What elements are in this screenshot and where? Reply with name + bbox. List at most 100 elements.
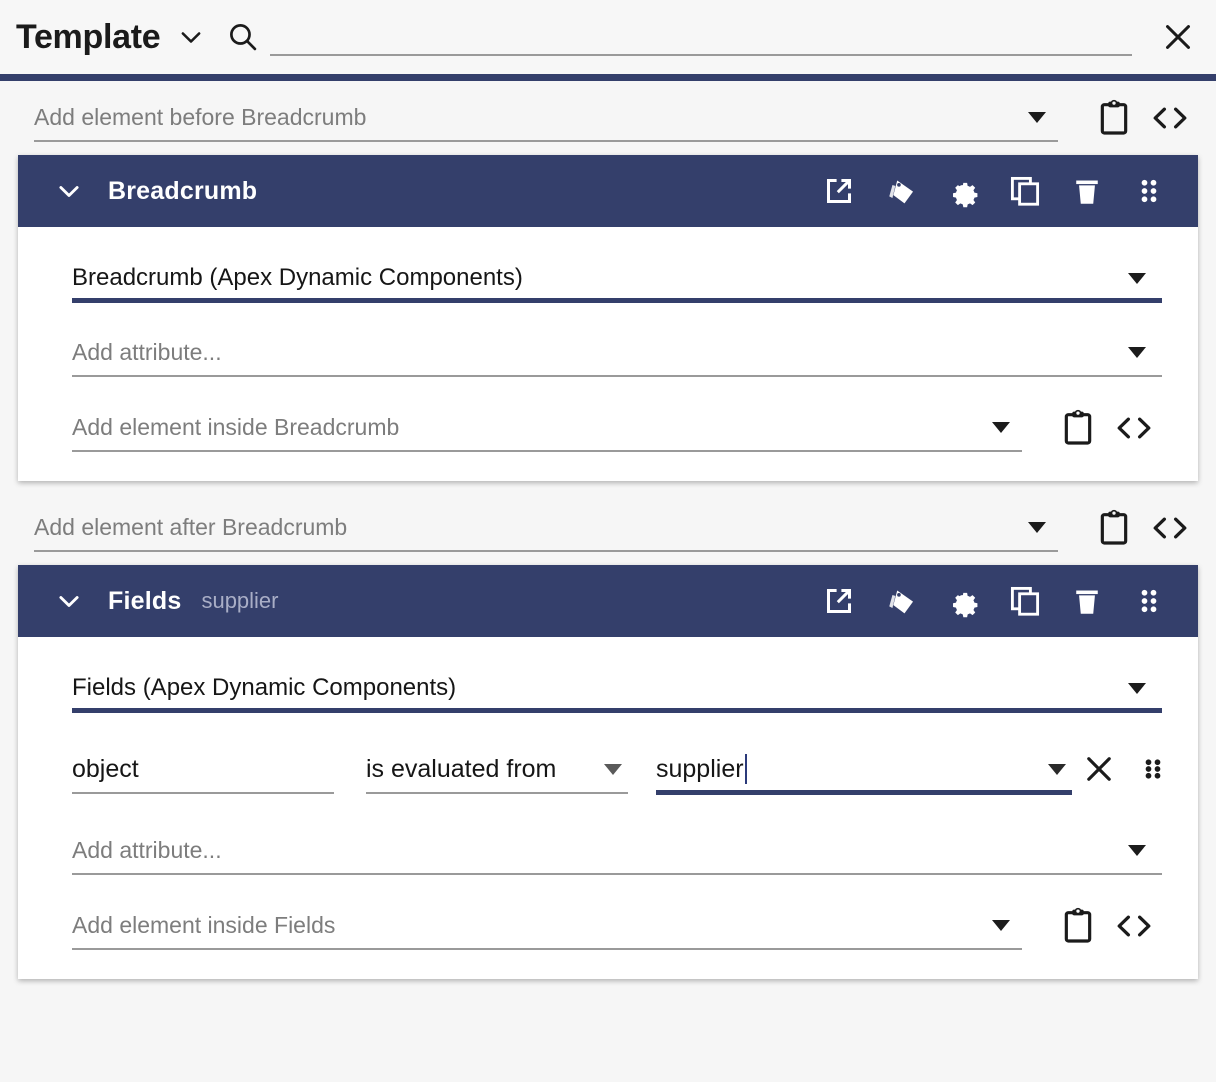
copy-icon[interactable] xyxy=(994,570,1056,632)
attribute-value-text: supplier xyxy=(656,754,744,783)
chevron-down-icon xyxy=(1128,346,1146,358)
fields-card-title: Fields xyxy=(108,586,182,615)
close-icon[interactable] xyxy=(1072,742,1126,796)
code-brackets-icon[interactable] xyxy=(1106,400,1162,456)
chevron-down-icon xyxy=(604,763,622,775)
copy-icon[interactable] xyxy=(994,160,1056,222)
code-brackets-icon[interactable] xyxy=(1106,898,1162,954)
text-cursor xyxy=(744,754,747,784)
add-element-before-breadcrumb-label: Add element before Breadcrumb xyxy=(34,103,367,130)
chevron-down-icon[interactable] xyxy=(52,174,86,208)
fields-attribute-row: object is evaluated from supplier xyxy=(18,725,1198,813)
clipboard-paste-icon[interactable] xyxy=(1086,90,1142,146)
open-in-new-icon[interactable] xyxy=(808,570,870,632)
field-underline xyxy=(72,298,1162,303)
add-element-after-breadcrumb-label: Add element after Breadcrumb xyxy=(34,513,348,540)
attribute-name-value: object xyxy=(72,754,139,783)
add-element-before-breadcrumb-row: Add element before Breadcrumb xyxy=(0,81,1216,155)
fields-card-subtitle: supplier xyxy=(201,588,279,613)
field-underline xyxy=(72,792,334,794)
attribute-name-input[interactable]: object xyxy=(72,744,334,794)
breadcrumb-component-select-row: Breadcrumb (Apex Dynamic Components) xyxy=(18,241,1198,315)
add-element-after-breadcrumb-select[interactable]: Add element after Breadcrumb xyxy=(34,504,1058,552)
panel-header: Template xyxy=(0,0,1216,74)
attribute-operator-select[interactable]: is evaluated from xyxy=(366,744,628,794)
card-gap xyxy=(0,481,1216,491)
fields-component-select-row: Fields (Apex Dynamic Components) xyxy=(18,651,1198,725)
template-builder-panel: Template Add element before Breadcrumb B… xyxy=(0,0,1216,1082)
breadcrumb-card-actions xyxy=(808,160,1180,222)
fields-component-value: Fields (Apex Dynamic Components) xyxy=(72,674,457,701)
clipboard-paste-icon[interactable] xyxy=(1050,898,1106,954)
search-icon[interactable] xyxy=(226,20,260,54)
breadcrumb-add-attribute-label: Add attribute... xyxy=(72,338,222,365)
field-underline xyxy=(72,375,1162,377)
clipboard-paste-icon[interactable] xyxy=(1086,500,1142,556)
open-in-new-icon[interactable] xyxy=(808,160,870,222)
chevron-down-icon xyxy=(1048,763,1066,775)
accent-divider xyxy=(0,74,1216,81)
attribute-value-input[interactable]: supplier xyxy=(656,743,1072,795)
field-underline xyxy=(72,708,1162,713)
chevron-down-icon xyxy=(992,421,1010,433)
add-element-before-breadcrumb-select[interactable]: Add element before Breadcrumb xyxy=(34,94,1058,142)
add-element-inside-breadcrumb-row: Add element inside Breadcrumb xyxy=(18,389,1198,467)
style-palette-icon[interactable] xyxy=(870,160,932,222)
card-bottom-spacer xyxy=(18,467,1198,481)
style-palette-icon[interactable] xyxy=(870,570,932,632)
breadcrumb-component-value: Breadcrumb (Apex Dynamic Components) xyxy=(72,264,523,291)
fields-add-attribute-label: Add attribute... xyxy=(72,836,222,863)
add-element-inside-fields-row: Add element inside Fields xyxy=(18,887,1198,965)
add-element-after-breadcrumb-row: Add element after Breadcrumb xyxy=(0,491,1216,565)
fields-component-card: Fields supplier Fields (Apex Dynamic Com… xyxy=(18,565,1198,979)
chevron-down-icon xyxy=(1028,111,1046,123)
field-underline xyxy=(72,873,1162,875)
drag-handle-icon[interactable] xyxy=(1118,570,1180,632)
gear-icon[interactable] xyxy=(932,160,994,222)
breadcrumb-add-attribute-select[interactable]: Add attribute... xyxy=(72,327,1162,377)
breadcrumb-add-attribute-row: Add attribute... xyxy=(18,315,1198,389)
search-input[interactable] xyxy=(270,18,1132,56)
drag-handle-icon[interactable] xyxy=(1118,160,1180,222)
clipboard-paste-icon[interactable] xyxy=(1050,400,1106,456)
chevron-down-icon xyxy=(1028,521,1046,533)
add-element-inside-fields-label: Add element inside Fields xyxy=(72,911,336,938)
card-bottom-spacer xyxy=(18,965,1198,979)
chevron-down-icon xyxy=(992,919,1010,931)
field-underline xyxy=(656,790,1072,795)
breadcrumb-card-header[interactable]: Breadcrumb xyxy=(18,155,1198,227)
fields-card-header[interactable]: Fields supplier xyxy=(18,565,1198,637)
search-area xyxy=(226,10,1132,64)
attribute-operator-value: is evaluated from xyxy=(366,754,557,783)
add-element-inside-breadcrumb-select[interactable]: Add element inside Breadcrumb xyxy=(72,404,1022,452)
row-actions xyxy=(1050,400,1162,456)
row-actions xyxy=(1086,500,1198,556)
fields-add-attribute-row: Add attribute... xyxy=(18,813,1198,887)
close-icon[interactable] xyxy=(1156,15,1200,59)
field-underline xyxy=(366,792,628,794)
trash-icon[interactable] xyxy=(1056,570,1118,632)
chevron-down-icon xyxy=(1128,272,1146,284)
breadcrumb-card-title: Breadcrumb xyxy=(108,176,258,205)
card-top-spacer xyxy=(18,637,1198,651)
drag-handle-icon[interactable] xyxy=(1126,742,1180,796)
row-actions xyxy=(1086,90,1198,146)
add-element-inside-fields-select[interactable]: Add element inside Fields xyxy=(72,902,1022,950)
code-brackets-icon[interactable] xyxy=(1142,90,1198,146)
fields-add-attribute-select[interactable]: Add attribute... xyxy=(72,825,1162,875)
fields-card-actions xyxy=(808,570,1180,632)
row-actions xyxy=(1050,898,1162,954)
chevron-down-icon[interactable] xyxy=(52,584,86,618)
card-top-spacer xyxy=(18,227,1198,241)
chevron-down-icon[interactable] xyxy=(176,22,206,52)
fields-component-select[interactable]: Fields (Apex Dynamic Components) xyxy=(72,663,1162,713)
breadcrumb-component-select[interactable]: Breadcrumb (Apex Dynamic Components) xyxy=(72,253,1162,303)
chevron-down-icon xyxy=(1128,844,1146,856)
page-title: Template xyxy=(16,18,161,56)
trash-icon[interactable] xyxy=(1056,160,1118,222)
code-brackets-icon[interactable] xyxy=(1142,500,1198,556)
add-element-inside-breadcrumb-label: Add element inside Breadcrumb xyxy=(72,413,400,440)
breadcrumb-component-card: Breadcrumb Breadcrumb (Apex Dynamic Comp… xyxy=(18,155,1198,481)
gear-icon[interactable] xyxy=(932,570,994,632)
chevron-down-icon xyxy=(1128,682,1146,694)
